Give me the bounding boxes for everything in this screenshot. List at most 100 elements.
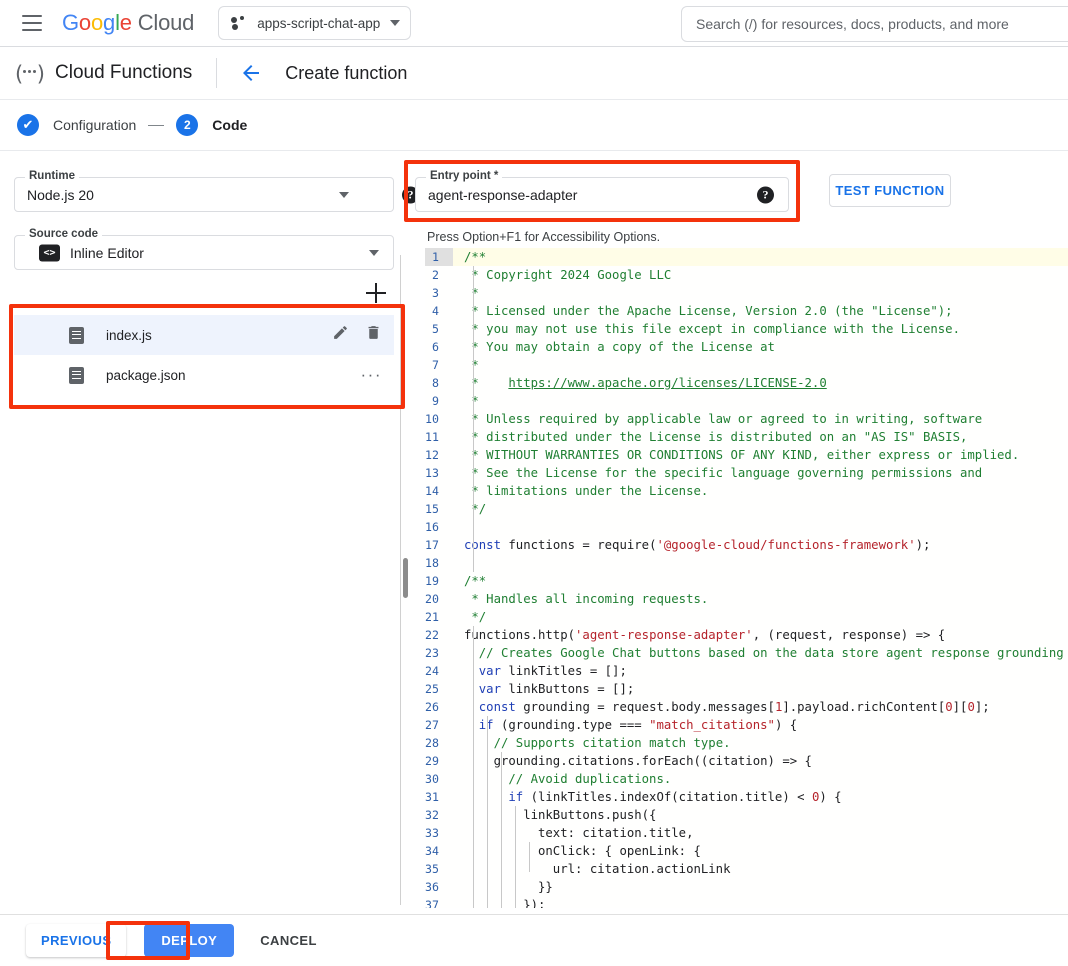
add-file-button[interactable]: [366, 283, 386, 303]
line-content[interactable]: * WITHOUT WARRANTIES OR CONDITIONS OF AN…: [453, 446, 1068, 464]
code-line[interactable]: 35 url: citation.actionLink: [425, 860, 1068, 878]
line-content[interactable]: */: [453, 608, 1068, 626]
line-content[interactable]: * Copyright 2024 Google LLC: [453, 266, 1068, 284]
line-content[interactable]: [453, 518, 1068, 536]
cancel-button[interactable]: CANCEL: [258, 924, 319, 957]
line-content[interactable]: * Handles all incoming requests.: [453, 590, 1068, 608]
deploy-button[interactable]: DEPLOY: [144, 924, 234, 957]
line-content[interactable]: // Creates Google Chat buttons based on …: [453, 644, 1068, 662]
trash-icon[interactable]: [365, 324, 382, 346]
code-line[interactable]: 12 * WITHOUT WARRANTIES OR CONDITIONS OF…: [425, 446, 1068, 464]
code-line[interactable]: 3 *: [425, 284, 1068, 302]
line-content[interactable]: linkButtons.push({: [453, 806, 1068, 824]
google-cloud-logo[interactable]: Google Cloud: [62, 10, 194, 36]
line-content[interactable]: *: [453, 392, 1068, 410]
line-content[interactable]: [453, 554, 1068, 572]
back-arrow-icon[interactable]: [239, 61, 263, 85]
line-content[interactable]: grounding.citations.forEach((citation) =…: [453, 752, 1068, 770]
runtime-select[interactable]: Runtime Node.js 20 ?: [14, 177, 394, 212]
line-content[interactable]: * you may not use this file except in co…: [453, 320, 1068, 338]
code-line[interactable]: 9 *: [425, 392, 1068, 410]
line-content[interactable]: if (linkTitles.indexOf(citation.title) <…: [453, 788, 1068, 806]
code-editor[interactable]: 1/**2 * Copyright 2024 Google LLC3 *4 * …: [425, 248, 1068, 908]
line-content[interactable]: text: citation.title,: [453, 824, 1068, 842]
search-input[interactable]: Search (/) for resources, docs, products…: [681, 6, 1068, 42]
code-line[interactable]: 21 */: [425, 608, 1068, 626]
code-line[interactable]: 15 */: [425, 500, 1068, 518]
entry-point-field[interactable]: Entry point * agent-response-adapter ?: [415, 177, 789, 212]
code-line[interactable]: 17const functions = require('@google-clo…: [425, 536, 1068, 554]
line-content[interactable]: // Supports citation match type.: [453, 734, 1068, 752]
entry-point-help-icon[interactable]: ?: [757, 186, 774, 203]
list-item[interactable]: index.js: [14, 315, 394, 355]
code-line[interactable]: 19/**: [425, 572, 1068, 590]
code-line[interactable]: 32 linkButtons.push({: [425, 806, 1068, 824]
line-content[interactable]: * Unless required by applicable law or a…: [453, 410, 1068, 428]
chevron-down-icon[interactable]: [339, 192, 349, 198]
code-line[interactable]: 1/**: [425, 248, 1068, 266]
line-content[interactable]: *: [453, 284, 1068, 302]
code-line[interactable]: 5 * you may not use this file except in …: [425, 320, 1068, 338]
code-line[interactable]: 10 * Unless required by applicable law o…: [425, 410, 1068, 428]
code-line[interactable]: 8 * https://www.apache.org/licenses/LICE…: [425, 374, 1068, 392]
code-line[interactable]: 14 * limitations under the License.: [425, 482, 1068, 500]
code-line[interactable]: 30 // Avoid duplications.: [425, 770, 1068, 788]
line-content[interactable]: functions.http('agent-response-adapter',…: [453, 626, 1068, 644]
code-line[interactable]: 34 onClick: { openLink: {: [425, 842, 1068, 860]
line-content[interactable]: onClick: { openLink: {: [453, 842, 1068, 860]
source-code-select[interactable]: Source code <> Inline Editor: [14, 235, 394, 270]
code-line[interactable]: 29 grounding.citations.forEach((citation…: [425, 752, 1068, 770]
line-content[interactable]: var linkButtons = [];: [453, 680, 1068, 698]
code-line[interactable]: 7 *: [425, 356, 1068, 374]
editor-scrollbar-thumb[interactable]: [403, 558, 408, 598]
line-content[interactable]: const functions = require('@google-cloud…: [453, 536, 1068, 554]
code-line[interactable]: 11 * distributed under the License is di…: [425, 428, 1068, 446]
line-content[interactable]: * limitations under the License.: [453, 482, 1068, 500]
line-content[interactable]: /**: [453, 572, 1068, 590]
line-content[interactable]: /**: [453, 248, 1068, 266]
code-line[interactable]: 18: [425, 554, 1068, 572]
product-name[interactable]: Cloud Functions: [55, 62, 192, 84]
line-content[interactable]: * You may obtain a copy of the License a…: [453, 338, 1068, 356]
line-content[interactable]: url: citation.actionLink: [453, 860, 1068, 878]
line-content[interactable]: // Avoid duplications.: [453, 770, 1068, 788]
code-line[interactable]: 20 * Handles all incoming requests.: [425, 590, 1068, 608]
chevron-down-icon[interactable]: [369, 250, 379, 256]
more-icon[interactable]: ···: [361, 370, 382, 380]
code-line[interactable]: 33 text: citation.title,: [425, 824, 1068, 842]
code-line[interactable]: 22functions.http('agent-response-adapter…: [425, 626, 1068, 644]
project-selector[interactable]: apps-script-chat-app: [218, 6, 411, 40]
code-line[interactable]: 36 }}: [425, 878, 1068, 896]
code-line[interactable]: 37 });: [425, 896, 1068, 908]
code-line[interactable]: 28 // Supports citation match type.: [425, 734, 1068, 752]
line-content[interactable]: if (grounding.type === "match_citations"…: [453, 716, 1068, 734]
line-content[interactable]: }}: [453, 878, 1068, 896]
line-content[interactable]: const grounding = request.body.messages[…: [453, 698, 1068, 716]
code-line[interactable]: 23 // Creates Google Chat buttons based …: [425, 644, 1068, 662]
line-content[interactable]: * See the License for the specific langu…: [453, 464, 1068, 482]
code-line[interactable]: 24 var linkTitles = [];: [425, 662, 1068, 680]
code-line[interactable]: 16: [425, 518, 1068, 536]
code-line[interactable]: 25 var linkButtons = [];: [425, 680, 1068, 698]
step-code-label[interactable]: Code: [212, 117, 247, 133]
code-line[interactable]: 31 if (linkTitles.indexOf(citation.title…: [425, 788, 1068, 806]
code-line[interactable]: 26 const grounding = request.body.messag…: [425, 698, 1068, 716]
line-content[interactable]: * https://www.apache.org/licenses/LICENS…: [453, 374, 1068, 392]
line-content[interactable]: * Licensed under the Apache License, Ver…: [453, 302, 1068, 320]
test-function-button[interactable]: TEST FUNCTION: [829, 174, 951, 207]
step-configuration-label[interactable]: Configuration: [53, 117, 136, 133]
line-content[interactable]: *: [453, 356, 1068, 374]
code-line[interactable]: 13 * See the License for the specific la…: [425, 464, 1068, 482]
list-item[interactable]: package.json ···: [14, 355, 394, 395]
pencil-icon[interactable]: [332, 324, 349, 346]
code-line[interactable]: 2 * Copyright 2024 Google LLC: [425, 266, 1068, 284]
line-content[interactable]: * distributed under the License is distr…: [453, 428, 1068, 446]
hamburger-menu-icon[interactable]: [22, 15, 42, 31]
line-content[interactable]: */: [453, 500, 1068, 518]
line-content[interactable]: });: [453, 896, 1068, 908]
code-line[interactable]: 6 * You may obtain a copy of the License…: [425, 338, 1068, 356]
code-line[interactable]: 4 * Licensed under the Apache License, V…: [425, 302, 1068, 320]
previous-button[interactable]: PREVIOUS: [26, 924, 126, 957]
line-content[interactable]: var linkTitles = [];: [453, 662, 1068, 680]
code-line[interactable]: 27 if (grounding.type === "match_citatio…: [425, 716, 1068, 734]
